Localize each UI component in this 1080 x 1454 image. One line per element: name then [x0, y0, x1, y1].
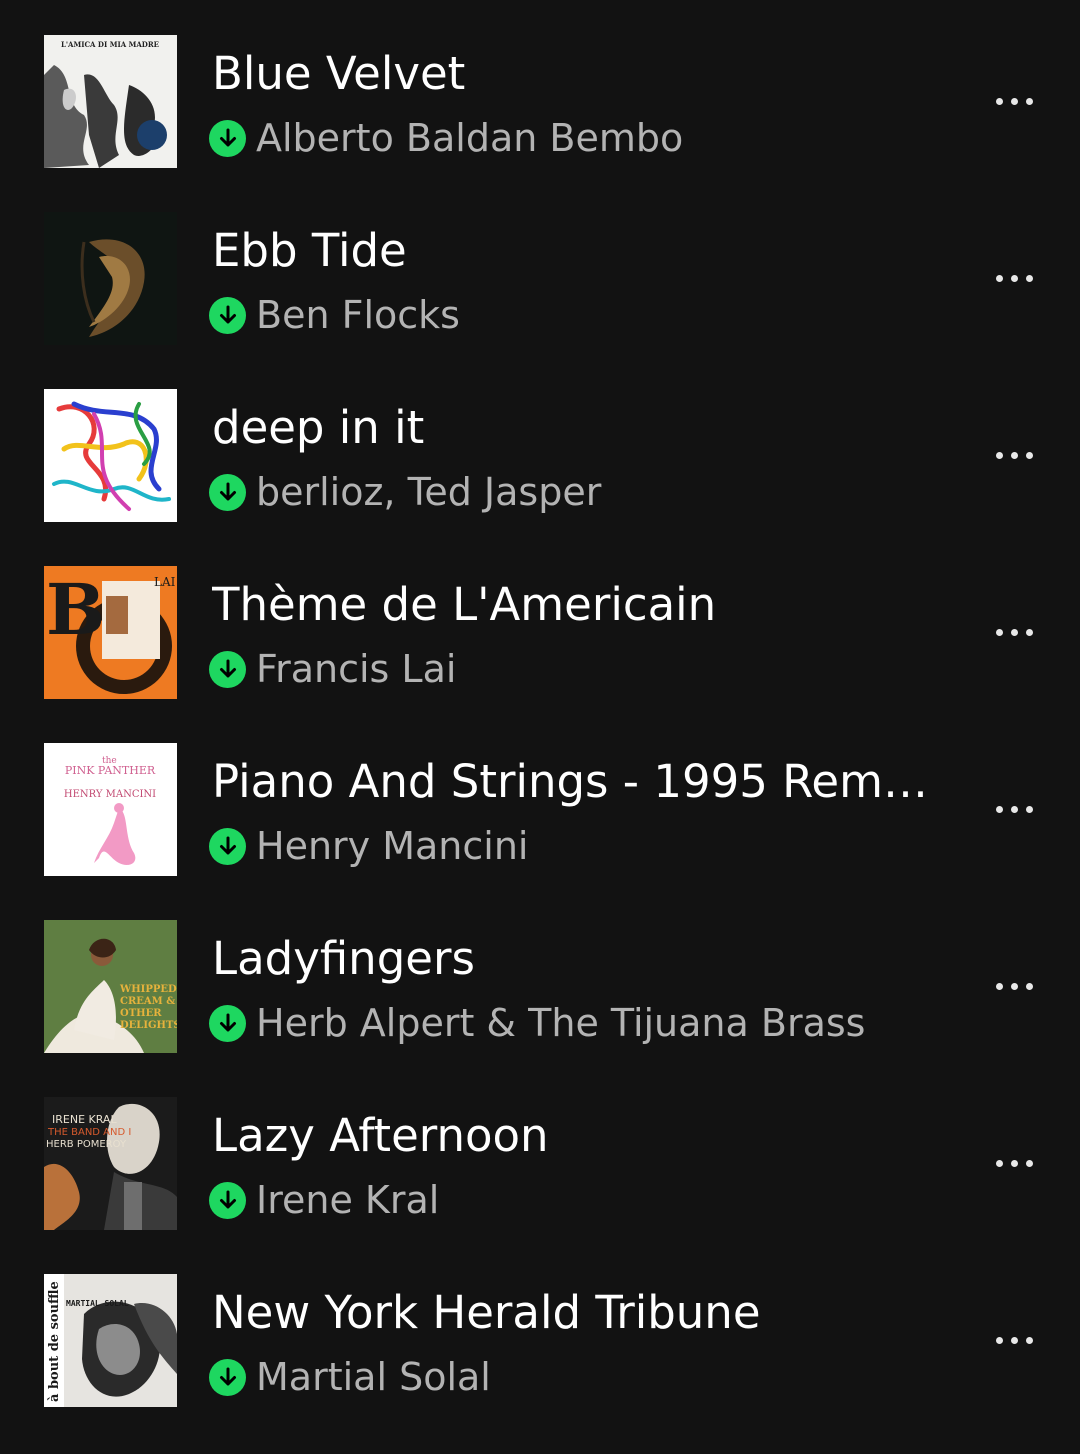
cover-text: B	[46, 568, 105, 651]
cover-text: IRENE KRAL	[52, 1113, 117, 1126]
more-options-icon[interactable]	[984, 86, 1044, 116]
album-cover: B LAI	[44, 566, 177, 699]
track-subtitle: Irene Kral	[209, 1172, 439, 1228]
cover-text: THE BAND AND I	[47, 1127, 131, 1138]
download-icon	[209, 1358, 246, 1396]
more-options-icon[interactable]	[984, 263, 1044, 293]
download-icon	[209, 296, 246, 334]
track-row[interactable]: Ebb Tide Ben Flocks	[0, 177, 1080, 354]
album-cover-art	[44, 212, 177, 345]
album-cover-art: the PINK PANTHER HENRY MANCINI	[44, 743, 177, 876]
album-cover: L'AMICA DI MIA MADRE	[44, 35, 177, 168]
download-icon	[209, 473, 246, 511]
cover-text: MARTIAL SOLAL	[66, 1299, 129, 1308]
cover-text: PINK PANTHER	[65, 764, 156, 777]
cover-text: OTHER	[120, 1008, 162, 1019]
track-subtitle: Herb Alpert & The Tijuana Brass	[209, 995, 865, 1051]
download-icon	[209, 827, 246, 865]
track-artist: Ben Flocks	[256, 293, 460, 337]
track-row[interactable]: à bout de souffle MARTIAL SOLAL New York…	[0, 1239, 1080, 1416]
cover-text: L'AMICA DI MIA MADRE	[61, 40, 159, 49]
cover-text: à bout de souffle	[47, 1281, 62, 1402]
more-options-icon[interactable]	[984, 617, 1044, 647]
album-cover-art: B LAI	[44, 566, 177, 699]
track-artist: berlioz, Ted Jasper	[256, 470, 602, 514]
track-title: Lazy Afternoon	[212, 1109, 549, 1162]
track-title: New York Herald Tribune	[212, 1286, 761, 1339]
track-row[interactable]: the PINK PANTHER HENRY MANCINI Piano And…	[0, 708, 1080, 885]
track-subtitle: Alberto Baldan Bembo	[209, 110, 683, 166]
track-artist: Herb Alpert & The Tijuana Brass	[256, 1001, 866, 1045]
download-icon	[209, 1181, 246, 1219]
download-icon	[209, 1004, 246, 1042]
cover-text: DELIGHTS	[120, 1020, 177, 1031]
download-icon	[209, 650, 246, 688]
track-row[interactable]: B LAI Thème de L'Americain Francis Lai	[0, 531, 1080, 708]
track-subtitle: Francis Lai	[209, 641, 456, 697]
more-options-icon[interactable]	[984, 794, 1044, 824]
track-title: Blue Velvet	[212, 47, 466, 100]
track-artist: Francis Lai	[256, 647, 457, 691]
album-cover	[44, 212, 177, 345]
track-title: Piano And Strings - 1995 Rema...	[212, 755, 942, 808]
track-title: Thème de L'Americain	[212, 578, 717, 631]
track-subtitle: Henry Mancini	[209, 818, 528, 874]
track-artist: Irene Kral	[256, 1178, 440, 1222]
track-title: Ebb Tide	[212, 224, 407, 277]
album-cover-art: à bout de souffle MARTIAL SOLAL	[44, 1274, 177, 1407]
cover-text: HERB POMEROY	[46, 1139, 127, 1150]
cover-text: HENRY MANCINI	[64, 789, 156, 800]
more-options-icon[interactable]	[984, 1325, 1044, 1355]
album-cover: IRENE KRAL THE BAND AND I HERB POMEROY	[44, 1097, 177, 1230]
track-row[interactable]: IRENE KRAL THE BAND AND I HERB POMEROY L…	[0, 1062, 1080, 1239]
album-cover-art: WHIPPED CREAM & OTHER DELIGHTS	[44, 920, 177, 1053]
track-row[interactable]: deep in it berlioz, Ted Jasper	[0, 354, 1080, 531]
track-subtitle: berlioz, Ted Jasper	[209, 464, 601, 520]
album-cover	[44, 389, 177, 522]
track-row[interactable]: L'AMICA DI MIA MADRE Blue Velvet Alberto…	[0, 0, 1080, 177]
more-options-icon[interactable]	[984, 1148, 1044, 1178]
download-icon	[209, 119, 246, 157]
track-title: Ladyfingers	[212, 932, 475, 985]
more-options-icon[interactable]	[984, 971, 1044, 1001]
track-subtitle: Ben Flocks	[209, 287, 460, 343]
cover-text: LAI	[154, 575, 176, 589]
track-subtitle: Martial Solal	[209, 1349, 491, 1405]
more-options-icon[interactable]	[984, 440, 1044, 470]
cover-text: WHIPPED	[119, 984, 177, 995]
track-artist: Alberto Baldan Bembo	[256, 116, 684, 160]
album-cover: à bout de souffle MARTIAL SOLAL	[44, 1274, 177, 1407]
album-cover-art	[44, 389, 177, 522]
album-cover: the PINK PANTHER HENRY MANCINI	[44, 743, 177, 876]
track-artist: Martial Solal	[256, 1355, 491, 1399]
album-cover-art: L'AMICA DI MIA MADRE	[44, 35, 177, 168]
album-cover: WHIPPED CREAM & OTHER DELIGHTS	[44, 920, 177, 1053]
track-row[interactable]: WHIPPED CREAM & OTHER DELIGHTS Ladyfinge…	[0, 885, 1080, 1062]
track-title: deep in it	[212, 401, 425, 454]
album-cover-art: IRENE KRAL THE BAND AND I HERB POMEROY	[44, 1097, 177, 1230]
cover-text: CREAM &	[120, 996, 175, 1007]
track-artist: Henry Mancini	[256, 824, 529, 868]
